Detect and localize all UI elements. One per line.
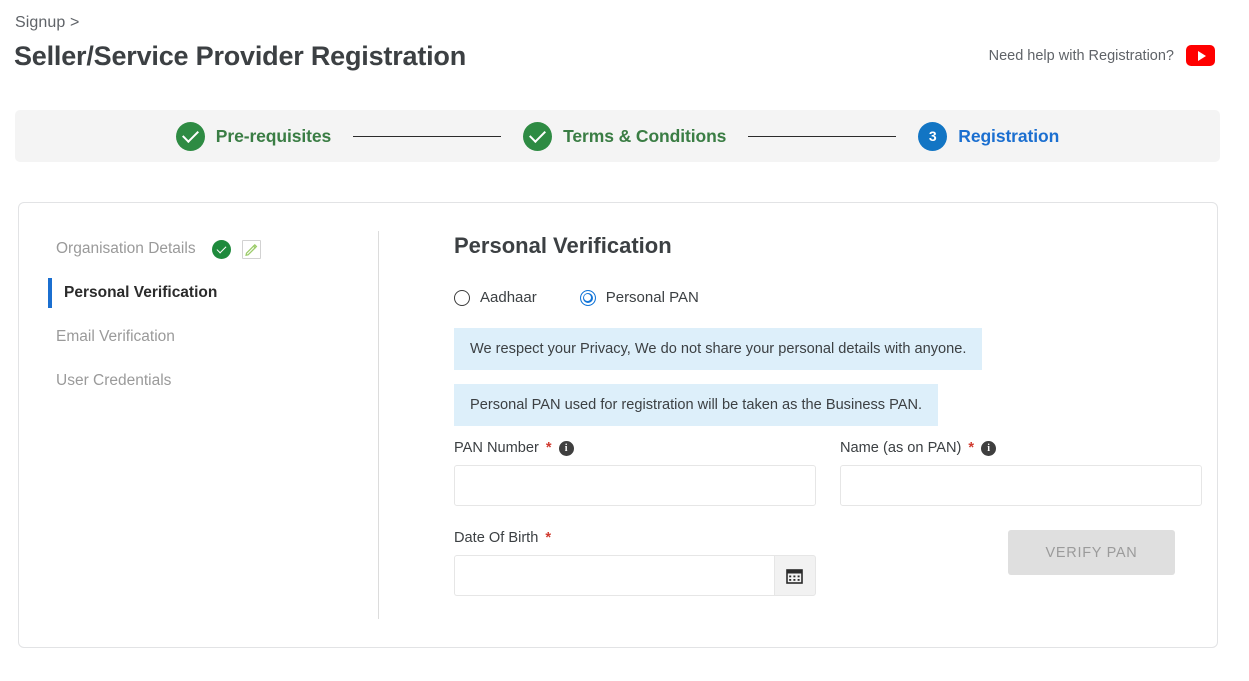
registration-page: Signup > Seller/Service Provider Registr… xyxy=(0,0,1249,681)
required-marker: * xyxy=(968,440,975,456)
registration-card: Organisation Details Personal Verificati… xyxy=(18,202,1218,648)
sidebar-item-user-credentials[interactable]: User Credentials xyxy=(19,359,377,403)
privacy-banner: We respect your Privacy, We do not share… xyxy=(454,328,983,370)
step-label: Terms & Conditions xyxy=(563,125,727,146)
play-triangle-icon xyxy=(1197,50,1206,61)
pan-number-label: PAN Number * i xyxy=(454,440,816,456)
radio-aadhaar-label: Aadhaar xyxy=(480,289,537,306)
step-terms-conditions[interactable]: Terms & Conditions xyxy=(523,121,727,151)
radio-aadhaar-input[interactable] xyxy=(454,289,470,306)
sidebar-item-label: Personal Verification xyxy=(64,284,218,301)
sidebar-item-organisation-details[interactable]: Organisation Details xyxy=(19,227,377,271)
date-of-birth-input[interactable] xyxy=(454,555,774,596)
help-link[interactable]: Need help with Registration? xyxy=(989,45,1215,66)
step-pre-requisites[interactable]: Pre-requisites xyxy=(175,121,332,151)
verification-type-radio-group: Aadhaar Personal PAN xyxy=(454,289,1206,306)
active-indicator-bar xyxy=(48,278,52,308)
vertical-divider xyxy=(378,231,379,619)
date-of-birth-label: Date Of Birth * xyxy=(454,530,816,546)
name-as-on-pan-field-group: Name (as on PAN) * i xyxy=(840,440,1202,506)
step-label: Registration xyxy=(958,125,1060,146)
calendar-icon xyxy=(786,569,804,584)
radio-option-aadhaar[interactable]: Aadhaar xyxy=(454,289,537,306)
required-marker: * xyxy=(545,440,552,456)
name-as-on-pan-label: Name (as on PAN) * i xyxy=(840,440,1202,456)
dob-and-action-row: Date Of Birth * VERIFY PAN xyxy=(436,530,1206,596)
step-number-badge: 3 xyxy=(918,121,948,151)
info-icon[interactable]: i xyxy=(558,440,574,456)
verify-pan-button[interactable]: VERIFY PAN xyxy=(1008,530,1175,575)
pan-number-label-text: PAN Number xyxy=(454,440,539,456)
step-label: Pre-requisites xyxy=(215,125,332,146)
progress-stepper: Pre-requisites Terms & Conditions 3 Regi… xyxy=(15,110,1220,162)
section-nav-sidebar: Organisation Details Personal Verificati… xyxy=(19,227,377,403)
sidebar-item-label: User Credentials xyxy=(56,372,172,389)
date-of-birth-label-text: Date Of Birth xyxy=(454,530,539,546)
step-connector xyxy=(353,135,502,137)
step-check-icon xyxy=(175,121,205,151)
name-as-on-pan-label-text: Name (as on PAN) xyxy=(840,440,962,456)
required-marker: * xyxy=(545,530,552,546)
info-icon[interactable]: i xyxy=(981,440,997,456)
step-check-icon xyxy=(523,121,553,151)
calendar-icon-button[interactable] xyxy=(773,555,816,596)
pan-number-input[interactable] xyxy=(454,465,816,506)
pan-number-field-group: PAN Number * i xyxy=(454,440,816,506)
green-check-icon xyxy=(211,239,231,259)
sidebar-item-personal-verification[interactable]: Personal Verification xyxy=(19,271,377,315)
pan-name-row: PAN Number * i Name (as on PAN) * i xyxy=(454,440,1206,506)
name-as-on-pan-input[interactable] xyxy=(840,465,1202,506)
radio-option-personal-pan[interactable]: Personal PAN xyxy=(579,289,699,306)
page-title: Seller/Service Provider Registration xyxy=(14,41,466,71)
help-label: Need help with Registration? xyxy=(988,47,1174,64)
step-number: 3 xyxy=(928,128,937,144)
radio-personal-pan-input[interactable] xyxy=(579,289,596,306)
step-connector xyxy=(748,135,897,137)
business-pan-banner: Personal PAN used for registration will … xyxy=(454,384,939,426)
sidebar-item-label: Email Verification xyxy=(56,328,175,345)
form-heading: Personal Verification xyxy=(454,233,672,258)
youtube-icon[interactable] xyxy=(1186,45,1215,66)
breadcrumb[interactable]: Signup > xyxy=(15,14,79,32)
personal-verification-form: Personal Verification Aadhaar Personal P… xyxy=(436,233,1206,596)
edit-pencil-icon[interactable] xyxy=(241,239,261,259)
sidebar-item-label: Organisation Details xyxy=(56,240,196,257)
radio-personal-pan-label: Personal PAN xyxy=(605,289,699,306)
sidebar-item-email-verification[interactable]: Email Verification xyxy=(19,315,377,359)
date-of-birth-input-wrapper xyxy=(454,555,816,596)
date-of-birth-field-group: Date Of Birth * xyxy=(436,530,816,596)
step-registration[interactable]: 3 Registration xyxy=(918,121,1060,151)
